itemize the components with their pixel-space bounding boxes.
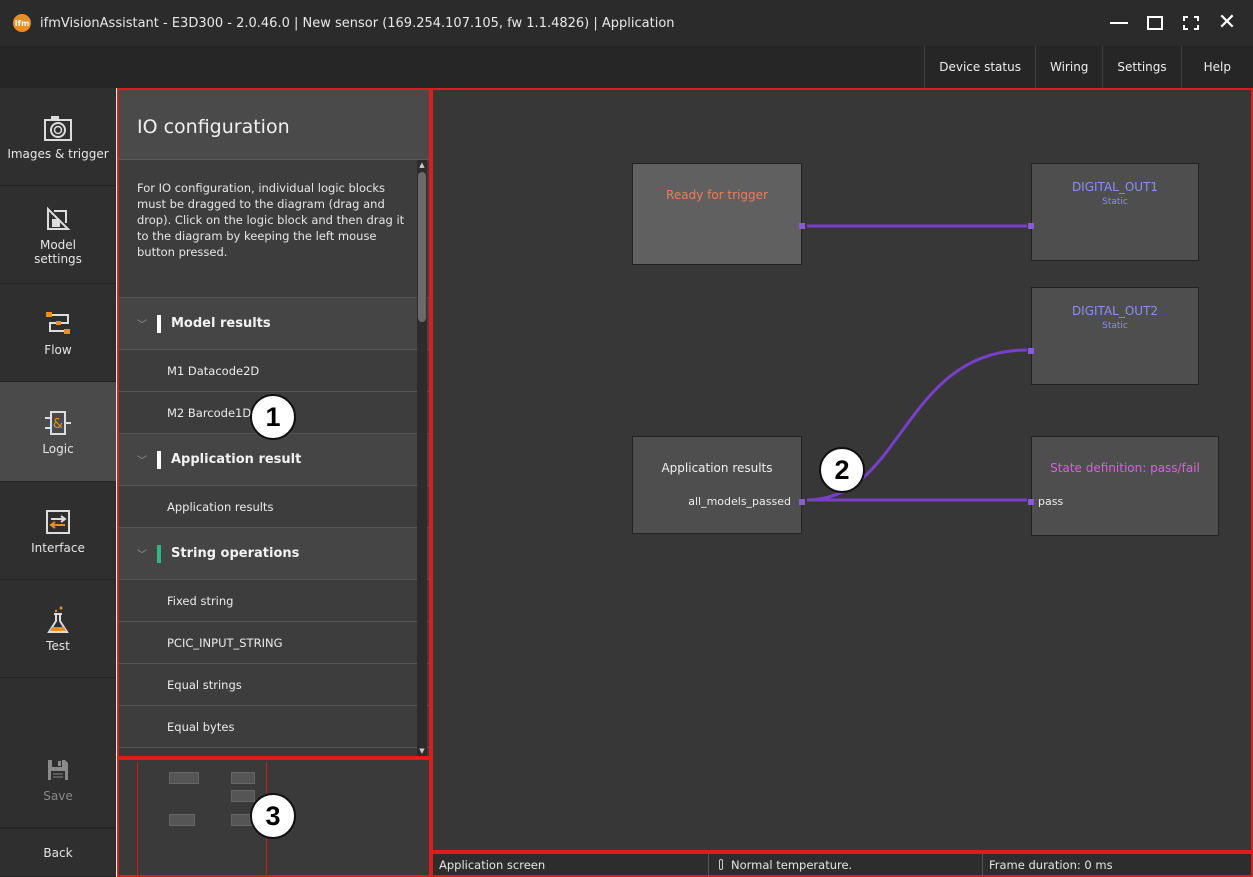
temperature-text: Normal temperature. <box>731 857 853 872</box>
section-model-results[interactable]: ﹀ Model results <box>119 298 429 350</box>
menu-wiring[interactable]: Wiring <box>1034 46 1102 88</box>
nav-label: Logic <box>42 441 74 456</box>
maximize-icon <box>1147 16 1163 30</box>
digital-out2-block[interactable]: DIGITAL_OUT2 Static <box>1028 287 1199 385</box>
thermometer-icon <box>719 859 723 870</box>
model-settings-icon <box>43 204 73 234</box>
menu-help[interactable]: Help <box>1180 46 1253 88</box>
maximize-button[interactable] <box>1137 0 1173 46</box>
flow-icon <box>43 309 73 339</box>
minimize-icon <box>1110 22 1128 24</box>
nav-model-settings[interactable]: Model settings <box>0 186 116 284</box>
section-label: Application result <box>171 452 302 467</box>
app-logo-icon: ifm <box>13 14 31 32</box>
nav-label: Back <box>43 845 73 860</box>
title-bar: ifm ifmVisionAssistant - E3D300 - 2.0.46… <box>0 0 1253 46</box>
section-label: String operations <box>171 546 300 561</box>
input-port[interactable] <box>1028 348 1034 354</box>
ready-for-trigger-block[interactable]: Ready for trigger <box>632 163 805 265</box>
nav-label: Model settings <box>34 237 82 266</box>
block-title: Application results <box>661 461 773 475</box>
svg-text:&: & <box>53 417 63 432</box>
section-marker <box>157 544 161 563</box>
scroll-down-icon[interactable]: ▼ <box>417 746 427 756</box>
minimize-button[interactable] <box>1101 0 1137 46</box>
block-title: DIGITAL_OUT1 <box>1071 180 1159 194</box>
logic-block-item[interactable]: Equal bytes <box>119 706 429 748</box>
panel-scrollbar[interactable]: ▲ ▼ <box>417 160 427 756</box>
nav-label: Test <box>46 638 70 653</box>
section-label: Model results <box>171 316 271 331</box>
block-subtitle: Static <box>1102 321 1128 331</box>
close-button[interactable]: ✕ <box>1209 0 1245 46</box>
minimap-block <box>231 772 255 784</box>
logic-block-item[interactable]: M1 Datacode2D <box>119 350 429 392</box>
block-title: Ready for trigger <box>666 188 768 202</box>
scroll-thumb[interactable] <box>418 172 426 322</box>
nav-test[interactable]: Test <box>0 580 116 678</box>
menu-device-status[interactable]: Device status <box>924 46 1035 88</box>
input-port[interactable] <box>1028 223 1034 229</box>
nav-label: Flow <box>44 342 72 357</box>
nav-flow[interactable]: Flow <box>0 284 116 382</box>
application-results-block[interactable]: Application results all_models_passed <box>632 436 805 534</box>
status-frame-duration: Frame duration: 0 ms <box>989 857 1113 872</box>
section-marker <box>157 450 161 469</box>
output-port[interactable] <box>799 499 805 505</box>
status-temperature: Normal temperature. <box>709 854 983 875</box>
nav-label: Save <box>43 788 73 803</box>
menu-settings[interactable]: Settings <box>1102 46 1180 88</box>
callout-badge-1: 1 <box>250 394 296 440</box>
digital-out1-block[interactable]: DIGITAL_OUT1 Static <box>1028 163 1199 261</box>
section-marker <box>157 314 161 333</box>
input-port[interactable] <box>1028 499 1034 505</box>
flask-icon <box>43 605 73 635</box>
section-string-operations[interactable]: ﹀ String operations <box>119 528 429 580</box>
nav-save[interactable]: Save <box>0 730 116 828</box>
nav-interface[interactable]: Interface <box>0 482 116 580</box>
scroll-up-icon[interactable]: ▲ <box>417 160 427 170</box>
menu-bar: Device status Wiring Settings Help <box>0 46 1253 88</box>
status-bar: Application screen Normal temperature. F… <box>431 852 1253 877</box>
camera-icon <box>43 113 73 143</box>
logic-block-item[interactable]: Fixed string <box>119 580 429 622</box>
logic-block-item[interactable]: PCIC_INPUT_STRING <box>119 622 429 664</box>
logic-block-item[interactable]: Equal strings <box>119 664 429 706</box>
interface-icon <box>43 507 73 537</box>
callout-badge-2: 2 <box>819 447 865 493</box>
left-navigation: Images & trigger Model settings Flow & L… <box>0 88 116 877</box>
status-screen: Application screen <box>433 854 709 875</box>
callout-badge-3: 3 <box>250 793 296 839</box>
nav-label: Images & trigger <box>7 146 109 161</box>
section-application-result[interactable]: ﹀ Application result <box>119 434 429 486</box>
panel-description: For IO configuration, individual logic b… <box>119 160 429 298</box>
port-label: all_models_passed <box>688 495 791 508</box>
nav-logic[interactable]: & Logic <box>0 382 116 482</box>
logic-icon: & <box>43 408 73 438</box>
close-icon: ✕ <box>1217 10 1237 35</box>
fullscreen-button[interactable] <box>1173 0 1209 46</box>
save-icon <box>43 755 73 785</box>
minimap-block <box>169 772 199 784</box>
nav-images-trigger[interactable]: Images & trigger <box>0 88 116 186</box>
chevron-down-icon: ﹀ <box>137 456 147 467</box>
minimap-block <box>169 814 195 826</box>
window-controls: ✕ <box>1101 0 1245 46</box>
block-title: State definition: pass/fail <box>1050 461 1200 475</box>
chevron-down-icon: ﹀ <box>137 550 147 561</box>
panel-title: IO configuration <box>119 90 429 160</box>
window-title: ifmVisionAssistant - E3D300 - 2.0.46.0 |… <box>40 15 675 31</box>
chevron-down-icon: ﹀ <box>137 320 147 331</box>
block-subtitle: Static <box>1102 197 1128 207</box>
logic-block-item[interactable]: Application results <box>119 486 429 528</box>
state-definition-block[interactable]: State definition: pass/fail pass <box>1028 436 1219 536</box>
output-port[interactable] <box>799 223 805 229</box>
port-label: pass <box>1038 495 1064 508</box>
minimap-block <box>231 790 255 802</box>
fullscreen-icon <box>1183 16 1199 30</box>
nav-back[interactable]: Back <box>0 828 116 877</box>
nav-label: Interface <box>31 540 85 555</box>
block-title: DIGITAL_OUT2 <box>1071 304 1159 318</box>
